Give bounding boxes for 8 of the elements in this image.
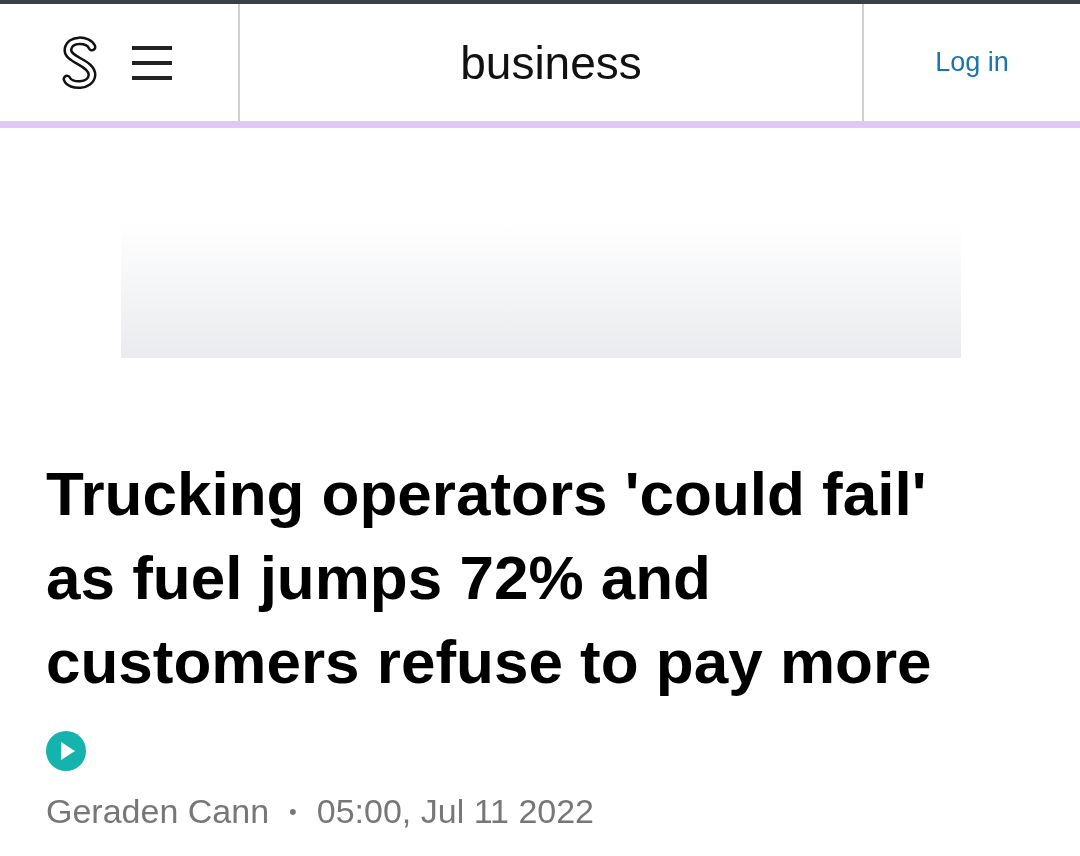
author-name[interactable]: Geraden Cann bbox=[46, 792, 270, 831]
login-link[interactable]: Log in bbox=[935, 47, 1009, 78]
play-icon[interactable] bbox=[46, 730, 86, 771]
section-title: business bbox=[460, 35, 642, 90]
headline: Trucking operators 'could fail' as fuel jumps 72% and customers refuse to pay more bbox=[0, 452, 1080, 788]
separator-dot: • bbox=[289, 798, 297, 825]
publish-date: 05:00, Jul 11 2022 bbox=[316, 792, 594, 831]
menu-icon[interactable] bbox=[132, 45, 172, 80]
